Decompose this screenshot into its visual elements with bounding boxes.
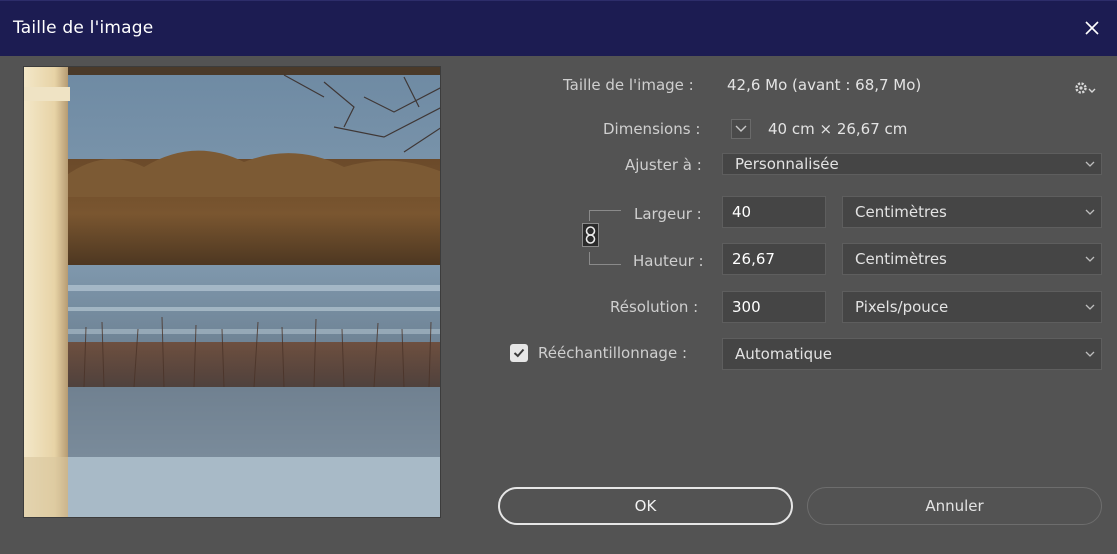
- resolution-value: 300: [732, 298, 761, 316]
- chain-link-icon: [585, 226, 596, 244]
- chevron-down-icon: [1085, 351, 1095, 357]
- height-label: Hauteur :: [633, 252, 704, 270]
- ok-button[interactable]: OK: [498, 487, 793, 525]
- constrain-proportions-button[interactable]: [582, 223, 599, 247]
- checkmark-icon: [513, 348, 525, 358]
- width-unit-select[interactable]: Centimètres: [842, 196, 1102, 228]
- constraint-bracket-top: [589, 210, 621, 221]
- chevron-down-icon: [1085, 209, 1095, 215]
- dimensions-unit-toggle[interactable]: [731, 119, 751, 139]
- width-label: Largeur :: [634, 205, 702, 223]
- cancel-button[interactable]: Annuler: [807, 487, 1102, 525]
- resample-method-value: Automatique: [735, 345, 832, 363]
- chevron-down-icon: [1085, 256, 1095, 262]
- fit-to-value: Personnalisée: [735, 155, 839, 173]
- image-size-value: 42,6 Mo (avant : 68,7 Mo): [727, 76, 922, 94]
- image-preview[interactable]: [23, 66, 441, 518]
- height-value: 26,67: [732, 250, 775, 268]
- close-icon: [1085, 21, 1099, 35]
- chevron-down-icon: [1085, 304, 1095, 310]
- resolution-unit-value: Pixels/pouce: [855, 298, 949, 316]
- close-button[interactable]: [1077, 13, 1107, 43]
- resolution-label: Résolution :: [610, 298, 699, 316]
- chevron-down-icon: [735, 125, 747, 132]
- dimensions-label: Dimensions :: [603, 120, 701, 138]
- settings-button[interactable]: [1073, 79, 1097, 97]
- width-unit-value: Centimètres: [855, 203, 947, 221]
- resolution-input[interactable]: 300: [722, 291, 826, 323]
- dimensions-value: 40 cm × 26,67 cm: [768, 120, 908, 138]
- height-input[interactable]: 26,67: [722, 243, 826, 275]
- chevron-down-icon: [1085, 161, 1095, 167]
- height-unit-value: Centimètres: [855, 250, 947, 268]
- resample-checkbox[interactable]: [510, 344, 528, 362]
- title-bar: Taille de l'image: [0, 0, 1117, 56]
- gear-icon: [1075, 82, 1096, 94]
- resample-method-select[interactable]: Automatique: [722, 338, 1102, 370]
- resolution-unit-select[interactable]: Pixels/pouce: [842, 291, 1102, 323]
- cancel-button-label: Annuler: [925, 497, 984, 515]
- fit-to-select[interactable]: Personnalisée: [722, 153, 1102, 175]
- fit-to-label: Ajuster à :: [625, 156, 702, 174]
- height-unit-select[interactable]: Centimètres: [842, 243, 1102, 275]
- ok-button-label: OK: [634, 497, 657, 515]
- image-size-label: Taille de l'image :: [563, 76, 694, 94]
- constraint-bracket-bottom: [589, 252, 621, 265]
- width-value: 40: [732, 203, 752, 221]
- resample-label: Rééchantillonnage :: [538, 344, 687, 362]
- width-input[interactable]: 40: [722, 196, 826, 228]
- window-title: Taille de l'image: [13, 18, 154, 38]
